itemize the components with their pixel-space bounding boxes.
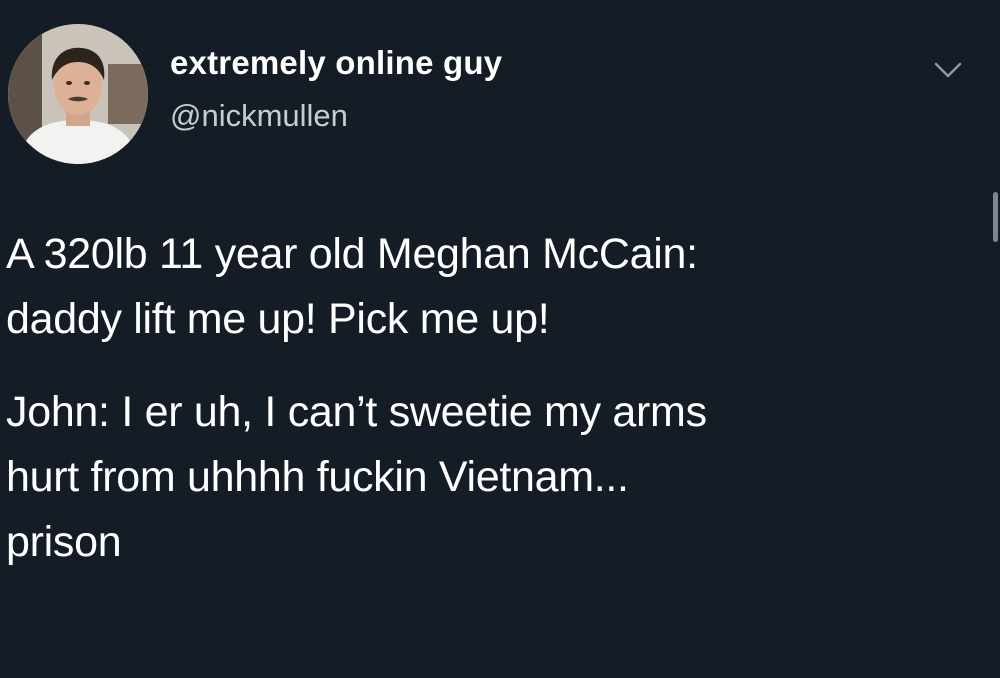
avatar[interactable] bbox=[8, 24, 148, 164]
tweet-paragraph: John: I er uh, I can’t sweetie my arms h… bbox=[6, 388, 707, 566]
tweet-text: A 320lb 11 year old Meghan McCain: daddy… bbox=[6, 222, 966, 575]
display-name[interactable]: extremely online guy bbox=[170, 44, 502, 82]
tweet-paragraph: A 320lb 11 year old Meghan McCain: daddy… bbox=[6, 230, 698, 343]
tweet-card: extremely online guy @nickmullen A 320lb… bbox=[0, 0, 1000, 678]
avatar-image bbox=[8, 24, 148, 164]
chevron-down-icon[interactable] bbox=[928, 56, 968, 84]
scrollbar[interactable] bbox=[993, 192, 998, 242]
user-handle[interactable]: @nickmullen bbox=[170, 98, 348, 134]
